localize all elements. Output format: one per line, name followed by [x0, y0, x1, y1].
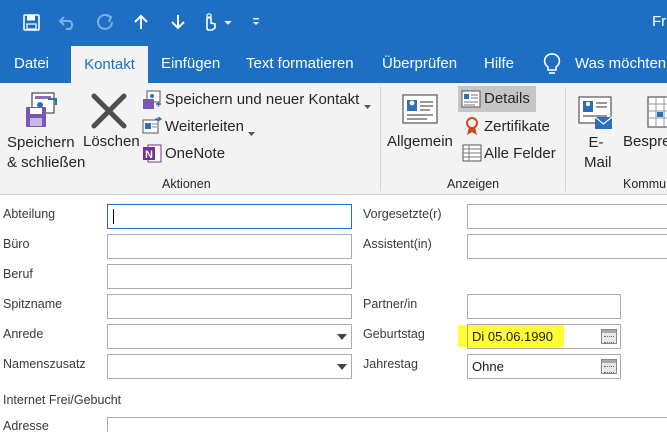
partner-field[interactable]: [467, 294, 621, 319]
anniversary-date-field[interactable]: Ohne: [467, 354, 621, 379]
email-label-1: E-: [588, 134, 604, 151]
label-vorgesetzter: Vorgesetzte(r): [363, 207, 442, 221]
group-separator: [565, 87, 566, 191]
arrow-up-icon[interactable]: [130, 9, 152, 35]
label-assistent: Assistent(in): [363, 237, 432, 251]
email-label-2: Mail: [584, 154, 612, 171]
svg-text:N: N: [145, 149, 153, 161]
label-abteilung: Abteilung: [3, 207, 56, 221]
nickname-field[interactable]: [107, 294, 352, 319]
meeting-button[interactable]: Bespre: [623, 133, 667, 150]
calendar-icon[interactable]: [601, 329, 617, 344]
dropdown-arrow-icon: [337, 364, 347, 370]
label-jahrestag: Jahrestag: [363, 357, 418, 371]
details-view-button[interactable]: Details: [458, 86, 536, 112]
details-view-icon: [461, 89, 481, 109]
tab-hilfe[interactable]: Hilfe: [484, 44, 514, 83]
touch-mode-icon[interactable]: [201, 9, 241, 35]
email-button[interactable]: E- Mail: [584, 133, 612, 173]
meeting-icon[interactable]: [646, 95, 667, 131]
suffix-dropdown[interactable]: [107, 354, 352, 379]
group-label-anzeigen: Anzeigen: [447, 177, 500, 191]
save-close-label-2: & schließen: [7, 154, 86, 171]
birthday-date-field[interactable]: Di 05.06.1990: [467, 324, 621, 349]
all-fields-button[interactable]: Alle Felder: [484, 145, 556, 162]
onenote-button[interactable]: OneNote: [165, 145, 225, 162]
save-close-button[interactable]: Speichern & schließen: [7, 133, 85, 173]
address-field[interactable]: [107, 417, 667, 432]
general-view-button[interactable]: Allgemein: [387, 133, 453, 150]
department-field[interactable]: [107, 204, 352, 229]
label-geburtstag: Geburtstag: [363, 327, 425, 341]
label-partner: Partner/in: [363, 297, 418, 311]
group-separator: [380, 87, 381, 191]
label-buero: Büro: [3, 237, 30, 251]
save-icon[interactable]: [18, 9, 44, 35]
label-beruf: Beruf: [3, 267, 33, 281]
title-bar: Fr: [0, 0, 667, 44]
customize-icon[interactable]: [249, 9, 263, 35]
all-fields-icon[interactable]: [462, 144, 482, 162]
ribbon-tabs: Datei Kontakt Einfügen Text formatieren …: [0, 44, 667, 83]
undo-icon[interactable]: [56, 9, 80, 35]
delete-button[interactable]: Löschen: [83, 133, 140, 150]
email-icon[interactable]: [577, 95, 615, 131]
arrow-down-icon[interactable]: [167, 9, 189, 35]
group-label-aktionen: Aktionen: [162, 177, 211, 191]
dropdown-arrow-icon: [337, 334, 347, 340]
calendar-icon[interactable]: [601, 359, 617, 374]
label-internet-frei-gebucht: Internet Frei/Gebucht: [3, 393, 122, 407]
profession-field[interactable]: [107, 264, 352, 289]
tell-me-search[interactable]: Was möchten: [575, 44, 666, 83]
anniversary-value: Ohne: [472, 359, 504, 374]
save-new-icon[interactable]: [142, 90, 162, 110]
contact-window: Fr Datei Kontakt Einfügen Text formatier…: [0, 0, 667, 432]
save-close-label-1: Speichern: [7, 134, 75, 151]
certificate-icon[interactable]: [463, 116, 481, 136]
save-close-icon[interactable]: [22, 91, 60, 129]
forward-button[interactable]: Weiterleiten: [165, 118, 244, 135]
tab-ueberpruefen[interactable]: Überprüfen: [382, 44, 457, 83]
contact-details-form: Abteilung Büro Beruf Spitzname Anrede Na…: [0, 196, 667, 432]
group-label-kommunizieren: Kommu: [623, 177, 667, 191]
tab-text-formatieren[interactable]: Text formatieren: [246, 44, 354, 83]
tab-datei[interactable]: Datei: [14, 44, 49, 83]
assistant-field[interactable]: [467, 234, 667, 259]
delete-icon[interactable]: [90, 93, 128, 129]
birthday-value: Di 05.06.1990: [472, 329, 553, 344]
tab-einfuegen[interactable]: Einfügen: [161, 44, 220, 83]
title-dropdown[interactable]: [107, 324, 352, 349]
chevron-down-icon[interactable]: [363, 97, 372, 115]
chevron-down-icon[interactable]: [247, 124, 256, 142]
save-new-button[interactable]: Speichern und neuer Kontakt: [165, 91, 359, 108]
redo-icon[interactable]: [93, 9, 117, 35]
forward-icon[interactable]: [142, 116, 163, 135]
label-adresse: Adresse: [3, 419, 49, 432]
details-label: Details: [484, 90, 530, 107]
certificates-button[interactable]: Zertifikate: [484, 118, 550, 135]
text-cursor: [113, 209, 114, 224]
office-field[interactable]: [107, 234, 352, 259]
lightbulb-icon[interactable]: [543, 53, 561, 74]
tab-kontakt[interactable]: Kontakt: [71, 46, 148, 83]
general-view-icon[interactable]: [401, 93, 439, 127]
manager-field[interactable]: [467, 204, 667, 229]
label-anrede: Anrede: [3, 327, 44, 341]
label-spitzname: Spitzname: [3, 297, 63, 311]
label-namenszusatz: Namenszusatz: [3, 357, 86, 371]
onenote-icon[interactable]: N: [142, 144, 162, 163]
window-title: Fr: [652, 13, 667, 30]
ribbon: Speichern & schließen Löschen Speichern …: [0, 83, 667, 195]
